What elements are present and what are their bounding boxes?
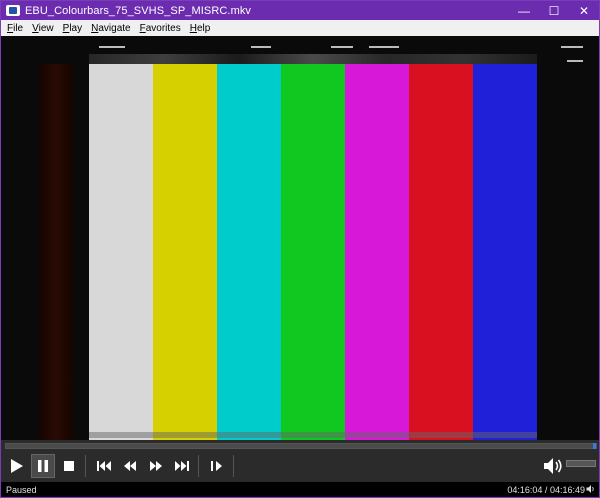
color-bar [409, 64, 473, 440]
color-bar [217, 64, 281, 440]
menu-view[interactable]: View [28, 23, 58, 34]
current-time: 04:16:04 [507, 484, 543, 495]
volume-slider[interactable] [566, 460, 596, 467]
title-bar[interactable]: EBU_Colourbars_75_SVHS_SP_MISRC.mkv — ☐ … [1, 1, 599, 20]
playback-state: Paused [6, 484, 37, 495]
menu-file-label: ile [13, 22, 24, 34]
window-controls: — ☐ ✕ [509, 1, 599, 20]
video-artifact [99, 46, 125, 48]
rewind-button[interactable] [118, 454, 142, 478]
menu-navigate-label: avigate [98, 22, 131, 34]
video-left-edge [39, 64, 73, 440]
video-artifact [561, 46, 583, 48]
toolbar-separator [198, 455, 199, 477]
color-bar [153, 64, 217, 440]
seek-thumb[interactable] [593, 443, 596, 449]
app-icon [6, 5, 20, 16]
player-window: EBU_Colourbars_75_SVHS_SP_MISRC.mkv — ☐ … [0, 0, 600, 498]
skip-back-icon [97, 461, 111, 471]
menu-favorites-label: avorites [145, 22, 181, 34]
color-bar [473, 64, 537, 440]
color-bar [281, 64, 345, 440]
menu-help-label: elp [196, 22, 211, 34]
total-time: 04:16:49 [549, 484, 585, 495]
playback-controls [1, 451, 599, 481]
time-display: 04:16:04 / 04:16:49 [507, 482, 585, 497]
seek-bar[interactable] [5, 443, 597, 449]
menu-view-label: iew [38, 22, 54, 34]
maximize-button[interactable]: ☐ [539, 1, 569, 20]
video-frame[interactable] [1, 36, 599, 440]
menu-navigate[interactable]: Navigate [87, 23, 134, 34]
play-icon [11, 459, 23, 473]
status-bar: Paused 04:16:04 / 04:16:49 [1, 482, 599, 497]
minimize-button[interactable]: — [509, 1, 539, 20]
menu-help[interactable]: Help [186, 23, 215, 34]
color-bar [89, 64, 153, 440]
close-button[interactable]: ✕ [569, 1, 599, 20]
frame-step-icon [211, 461, 222, 471]
stop-icon [64, 461, 74, 471]
frame-step-button[interactable] [205, 454, 229, 478]
color-bar [345, 64, 409, 440]
video-artifact [251, 46, 271, 48]
fast-forward-icon [150, 461, 162, 471]
pause-icon [38, 460, 48, 472]
rewind-icon [124, 461, 136, 471]
toolbar-separator [233, 455, 234, 477]
window-title: EBU_Colourbars_75_SVHS_SP_MISRC.mkv [25, 4, 252, 17]
menu-favorites[interactable]: Favorites [136, 23, 185, 34]
menu-file[interactable]: File [3, 23, 27, 34]
menu-play[interactable]: Play [59, 23, 86, 34]
menu-play-label: lay [69, 22, 83, 34]
video-bottom-noise [89, 432, 537, 438]
pause-button[interactable] [31, 454, 55, 478]
skip-forward-icon [175, 461, 189, 471]
toolbar-separator [85, 455, 86, 477]
menu-bar: File View Play Navigate Favorites Help [1, 20, 599, 36]
fast-forward-button[interactable] [144, 454, 168, 478]
video-artifact [331, 46, 353, 48]
skip-forward-button[interactable] [170, 454, 194, 478]
mute-button[interactable] [541, 454, 565, 478]
play-button[interactable] [5, 454, 29, 478]
stop-button[interactable] [57, 454, 81, 478]
speaker-icon [544, 458, 562, 474]
time-separator: / [544, 484, 548, 495]
video-artifact [369, 46, 399, 48]
status-speaker-icon [586, 485, 594, 493]
video-artifact [567, 60, 583, 62]
skip-back-button[interactable] [92, 454, 116, 478]
seek-progress [6, 444, 595, 448]
menu-help-key: H [189, 22, 197, 34]
